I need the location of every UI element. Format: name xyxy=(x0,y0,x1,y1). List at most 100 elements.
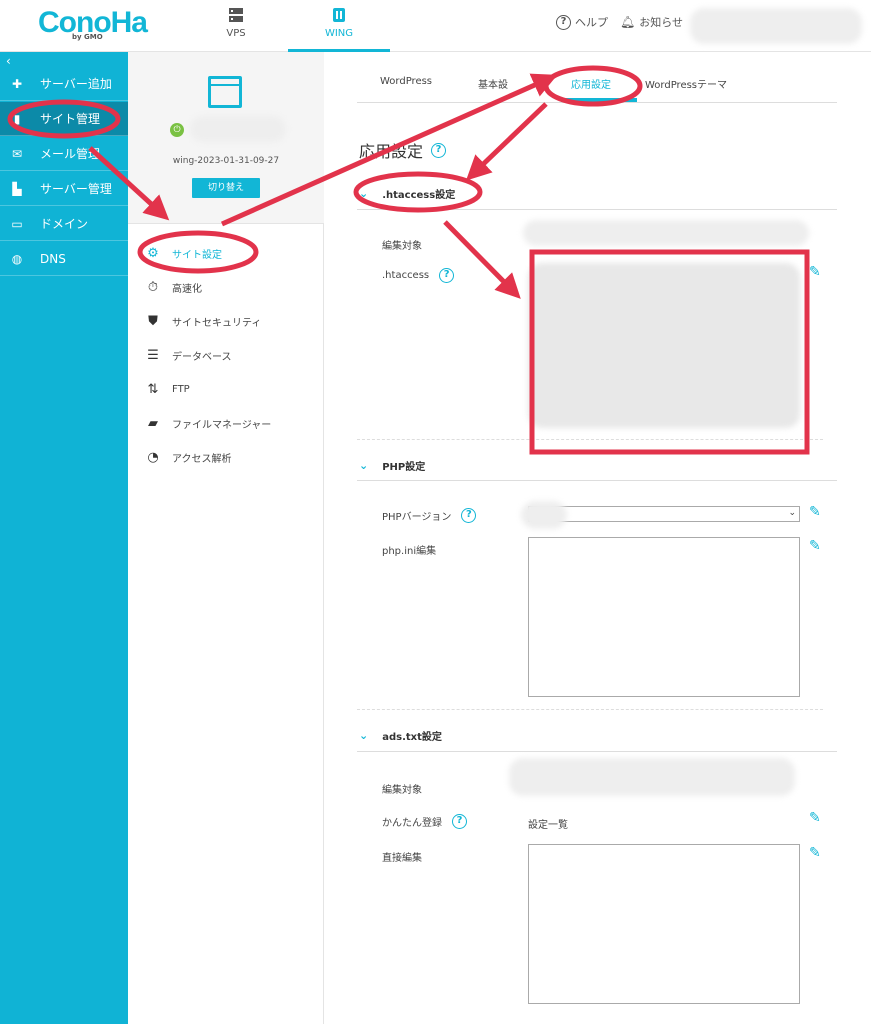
divider xyxy=(357,751,837,752)
plus-icon: ✚ xyxy=(11,76,23,91)
help-icon[interactable]: ? xyxy=(461,508,477,523)
edit-target-value-blurred xyxy=(523,220,809,246)
folder-icon: ▰ xyxy=(148,415,158,431)
menu-item-label: FTP xyxy=(172,383,190,395)
help-icon: ? xyxy=(556,14,571,30)
switch-button[interactable]: 切り替え xyxy=(192,178,260,198)
htaccess-field-label-row: .htaccess ? xyxy=(382,268,455,283)
tab-advanced-settings[interactable]: 応用設定 xyxy=(571,76,611,91)
menu-item-speedup[interactable]: ⏱ 高速化 xyxy=(144,277,202,297)
ads-easy-label: かんたん登録 xyxy=(382,818,442,829)
php-heading: PHP設定 xyxy=(382,462,426,473)
sidebar-item-label: サーバー管理 xyxy=(40,182,112,196)
database-icon: ☰ xyxy=(147,347,159,363)
help-icon[interactable]: ? xyxy=(439,268,455,283)
htaccess-section-header[interactable]: ⌄ .htaccess設定 xyxy=(359,186,455,201)
menu-item-label: サイト設定 xyxy=(172,249,222,261)
sidebar-item-label: ドメイン xyxy=(40,217,89,231)
php-version-label-row: PHPバージョン ? xyxy=(382,508,477,523)
collapse-icon[interactable]: ‹ xyxy=(6,54,11,68)
edit-pencil-icon[interactable]: ✎ xyxy=(809,504,821,520)
server-icon xyxy=(229,8,243,22)
help-link[interactable]: ? ヘルプ xyxy=(556,14,608,30)
php-version-value-blurred xyxy=(521,501,567,529)
htaccess-textarea[interactable] xyxy=(528,263,800,428)
help-icon[interactable]: ? xyxy=(431,142,447,158)
ads-section-header[interactable]: ⌄ ads.txt設定 xyxy=(359,728,442,743)
bell-icon: 🔔︎ xyxy=(620,15,636,29)
transfer-icon: ⇅ xyxy=(147,381,159,397)
sidebar-item-label: DNS xyxy=(40,251,66,266)
sidebar-item-site[interactable]: ▮ サイト管理 xyxy=(0,102,128,136)
power-status-icon: ⏻ xyxy=(170,123,184,137)
menu-item-database[interactable]: ☰ データベース xyxy=(144,345,232,365)
menu-item-security[interactable]: ⛊ サイトセキュリティ xyxy=(144,311,261,331)
pie-chart-icon: ◔ xyxy=(147,449,159,465)
globe-icon: ◍ xyxy=(11,251,23,266)
domain-icon: ▭ xyxy=(11,216,23,231)
ads-easy-label-row: かんたん登録 ? xyxy=(382,814,467,829)
menu-item-file-manager[interactable]: ▰ ファイルマネージャー xyxy=(144,413,271,433)
sidebar-item-dns[interactable]: ◍ DNS xyxy=(0,242,128,276)
notice-label: お知らせ xyxy=(639,16,684,29)
sidebar-item-add-server[interactable]: ✚ サーバー追加 xyxy=(0,67,128,101)
tab-wordpress[interactable]: WordPress xyxy=(380,76,432,87)
menu-item-ftp[interactable]: ⇅ FTP xyxy=(144,379,190,399)
help-icon[interactable]: ? xyxy=(452,814,467,829)
tab-wing[interactable]: WING xyxy=(288,2,390,52)
ads-direct-label: 直接編集 xyxy=(382,853,422,864)
help-label: ヘルプ xyxy=(575,16,608,29)
sidebar-item-server-manage[interactable]: ▙ サーバー管理 xyxy=(0,172,128,206)
stopwatch-icon: ⏱ xyxy=(147,279,159,295)
account-area-blurred[interactable] xyxy=(690,8,862,44)
ads-direct-textarea[interactable] xyxy=(528,844,800,1004)
divider xyxy=(357,709,823,710)
htaccess-heading: .htaccess設定 xyxy=(382,190,456,201)
top-header: ConoHa by GMO VPS WING ? ヘルプ 🔔︎ お知らせ xyxy=(0,0,871,52)
sidebar-item-mail[interactable]: ✉ メール管理 xyxy=(0,137,128,171)
site-panel: ⏻ wing-2023-01-31-09-27 切り替え ⚙ サイト設定 ⏱ 高… xyxy=(128,52,324,1024)
tab-wing-label: WING xyxy=(324,28,354,39)
sidebar-item-label: メール管理 xyxy=(40,147,101,161)
domain-name-blurred xyxy=(190,116,286,142)
menu-item-label: サイトセキュリティ xyxy=(172,317,262,329)
notice-link[interactable]: 🔔︎ お知らせ xyxy=(620,14,683,30)
edit-pencil-icon[interactable]: ✎ xyxy=(809,538,821,554)
main-content: WordPress 基本設 応用設定 WordPressテーマ 応用設定 ? ⌄… xyxy=(325,52,871,1024)
ads-heading: ads.txt設定 xyxy=(382,732,442,743)
tab-vps-label: VPS xyxy=(226,28,246,39)
edit-pencil-icon[interactable]: ✎ xyxy=(809,264,821,280)
wing-icon xyxy=(333,8,345,22)
chevron-down-icon: ⌄ xyxy=(359,729,369,742)
php-ini-textarea[interactable] xyxy=(528,537,800,697)
sidebar-item-label: サイト管理 xyxy=(40,112,101,126)
menu-item-label: データベース xyxy=(172,351,232,363)
shield-icon: ⛊ xyxy=(148,313,158,329)
menu-item-label: アクセス解析 xyxy=(172,453,232,465)
menu-item-access-analytics[interactable]: ◔ アクセス解析 xyxy=(144,447,232,467)
ads-edit-target-blurred xyxy=(509,758,795,796)
tab-vps[interactable]: VPS xyxy=(210,2,262,52)
sidebar-item-domain[interactable]: ▭ ドメイン xyxy=(0,207,128,241)
edit-pencil-icon[interactable]: ✎ xyxy=(809,810,821,826)
php-version-select[interactable]: ⌄ xyxy=(521,501,800,529)
logo-subtitle: by GMO xyxy=(72,33,103,41)
ads-edit-target-label: 編集対象 xyxy=(382,785,422,796)
sidebar-item-label: サーバー追加 xyxy=(40,77,112,91)
menu-item-label: ファイルマネージャー xyxy=(172,419,272,431)
active-tab-indicator xyxy=(561,98,637,102)
edit-pencil-icon[interactable]: ✎ xyxy=(809,845,821,861)
menu-item-site-settings[interactable]: ⚙ サイト設定 xyxy=(144,243,222,263)
website-icon xyxy=(208,76,242,108)
tab-basic-settings[interactable]: 基本設 xyxy=(478,76,508,91)
menu-item-label: 高速化 xyxy=(172,283,202,295)
site-settings-icon: ⚙ xyxy=(147,245,159,261)
htaccess-edit-target-label: 編集対象 xyxy=(382,241,422,252)
tab-wordpress-theme[interactable]: WordPressテーマ xyxy=(645,76,727,91)
section-title-text: 応用設定 xyxy=(359,142,424,161)
chevron-down-icon: ⌄ xyxy=(359,187,369,200)
section-title: 応用設定 ? xyxy=(359,138,447,162)
php-version-label: PHPバージョン xyxy=(382,512,452,523)
php-section-header[interactable]: ⌄ PHP設定 xyxy=(359,458,425,473)
php-ini-label: php.ini編集 xyxy=(382,546,437,557)
